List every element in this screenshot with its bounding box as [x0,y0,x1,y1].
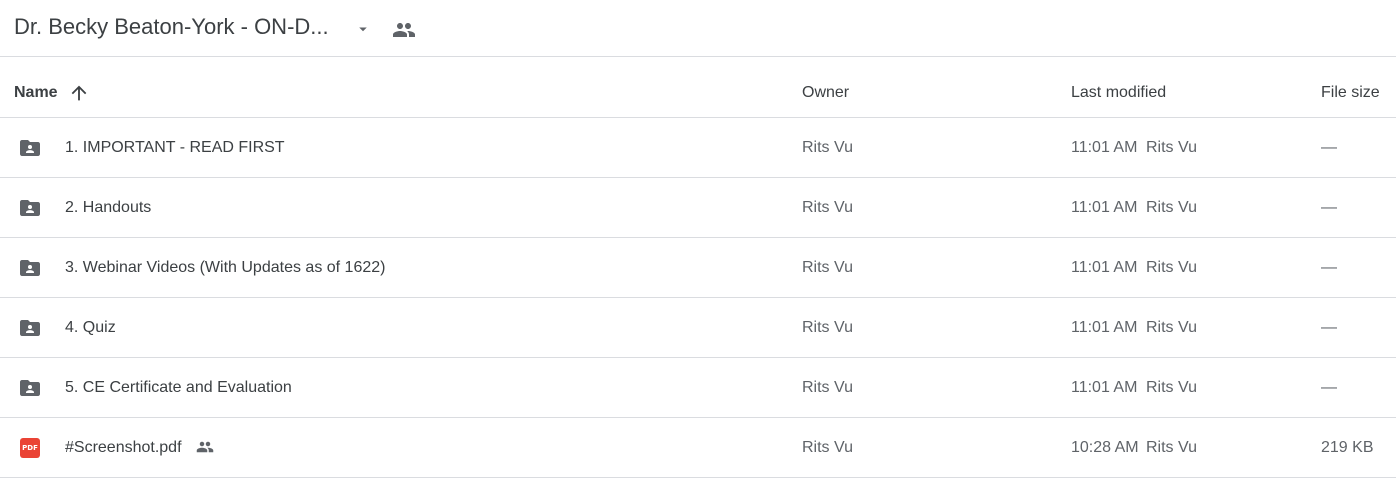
column-header-owner[interactable]: Owner [802,84,849,102]
last-modified-by: Rits Vu [1146,379,1197,396]
shared-folder-icon [20,260,40,276]
file-list: 1. IMPORTANT - READ FIRST Rits Vu 11:01 … [0,118,1396,478]
file-owner: Rits Vu [802,439,853,456]
folder-title[interactable]: Dr. Becky Beaton-York - ON-D... [14,14,329,40]
last-modified-time: 10:28 AM [1071,439,1139,456]
file-size: — [1321,379,1337,396]
file-row[interactable]: 3. Webinar Videos (With Updates as of 16… [0,238,1396,298]
shared-folder-icon [20,140,40,156]
file-name: #Screenshot.pdf [65,439,182,456]
shared-folder-icon [20,320,40,336]
file-row[interactable]: 2. Handouts Rits Vu 11:01 AM Rits Vu — [0,178,1396,238]
file-row[interactable]: 4. Quiz Rits Vu 11:01 AM Rits Vu — [0,298,1396,358]
arrow-drop-down-icon[interactable] [354,20,372,38]
file-row[interactable]: 5. CE Certificate and Evaluation Rits Vu… [0,358,1396,418]
file-name: 5. CE Certificate and Evaluation [65,379,292,396]
file-name: 4. Quiz [65,319,116,336]
file-name: 1. IMPORTANT - READ FIRST [65,139,285,156]
arrow-upward-icon[interactable] [68,82,90,104]
shared-drive-people-icon[interactable] [392,18,416,42]
pdf-icon: PDF [20,438,40,458]
last-modified-time: 11:01 AM [1071,139,1138,156]
file-name: 3. Webinar Videos (With Updates as of 16… [65,259,386,276]
last-modified-by: Rits Vu [1146,319,1197,336]
file-owner: Rits Vu [802,259,853,276]
last-modified-time: 11:01 AM [1071,199,1138,216]
last-modified-by: Rits Vu [1146,139,1197,156]
last-modified-by: Rits Vu [1146,259,1197,276]
file-owner: Rits Vu [802,139,853,156]
file-size: — [1321,199,1337,216]
last-modified-time: 11:01 AM [1071,319,1138,336]
file-row[interactable]: PDF #Screenshot.pdf Rits Vu 10:28 AM Rit… [0,418,1396,478]
shared-folder-icon [20,200,40,216]
column-header-file-size[interactable]: File size [1321,84,1380,102]
last-modified-by: Rits Vu [1146,439,1197,456]
last-modified-time: 11:01 AM [1071,379,1138,396]
last-modified-by: Rits Vu [1146,199,1197,216]
file-size: — [1321,259,1337,276]
file-size: — [1321,139,1337,156]
drive-header: Dr. Becky Beaton-York - ON-D... [0,0,1396,57]
file-size: — [1321,319,1337,336]
column-header-last-modified[interactable]: Last modified [1071,84,1166,102]
file-owner: Rits Vu [802,379,853,396]
shared-folder-icon [20,380,40,396]
column-header-row: Name Owner Last modified File size [0,58,1396,118]
file-row[interactable]: 1. IMPORTANT - READ FIRST Rits Vu 11:01 … [0,118,1396,178]
column-header-name[interactable]: Name [14,84,58,102]
shared-people-icon [196,441,214,453]
file-size: 219 KB [1321,439,1374,456]
last-modified-time: 11:01 AM [1071,259,1138,276]
file-name: 2. Handouts [65,199,152,216]
file-owner: Rits Vu [802,319,853,336]
file-owner: Rits Vu [802,199,853,216]
